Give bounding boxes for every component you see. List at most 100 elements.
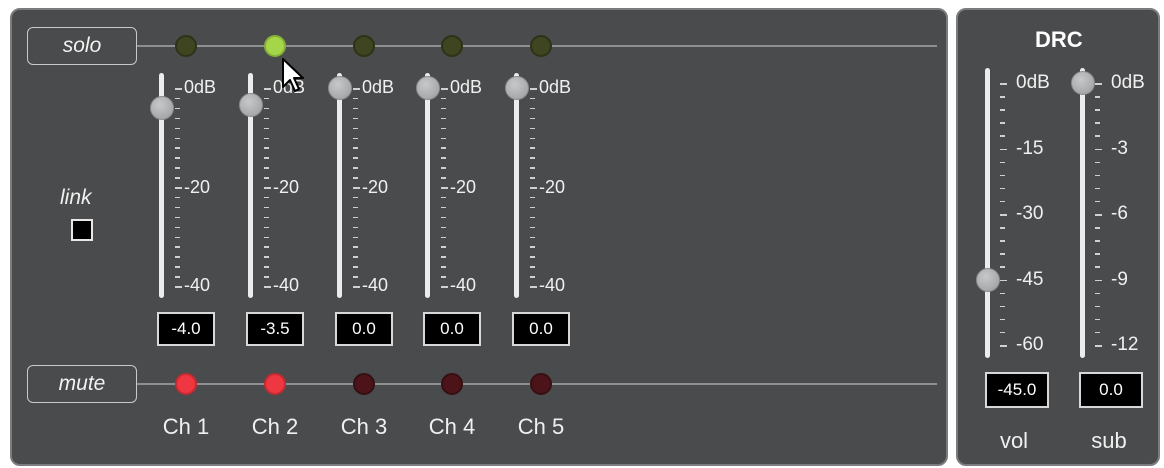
mute-button[interactable]: mute	[27, 365, 137, 403]
scale-tick	[353, 107, 358, 110]
scale-tick	[441, 236, 446, 238]
fader-track-ch4[interactable]	[425, 73, 430, 298]
scale-tick	[1000, 292, 1005, 295]
scale-tick	[175, 206, 180, 209]
sub-fader-track[interactable]	[1080, 68, 1085, 358]
solo-led-ch3[interactable]	[353, 35, 375, 57]
scale-tick	[441, 157, 446, 159]
scale-tick	[264, 127, 269, 130]
value-field-ch4[interactable]: 0.0	[423, 312, 481, 346]
scale-tick	[530, 167, 535, 169]
scale-tick	[353, 117, 358, 120]
scale-tick	[530, 88, 537, 90]
mute-led-ch3[interactable]	[353, 373, 375, 395]
fader-track-ch3[interactable]	[337, 73, 342, 298]
scale-tick	[1095, 83, 1102, 85]
solo-led-ch4[interactable]	[441, 35, 463, 57]
scale-tick	[353, 137, 358, 139]
scale-tick	[175, 266, 180, 268]
link-label: link	[60, 186, 92, 209]
solo-button[interactable]: solo	[27, 27, 137, 65]
mute-led-ch1[interactable]	[175, 373, 197, 395]
scale-tick	[441, 117, 446, 120]
scale-tick	[441, 147, 446, 149]
scale-tick	[264, 236, 269, 238]
solo-led-ch2[interactable]	[264, 35, 286, 57]
scale-tick	[353, 226, 358, 229]
scale-tick	[530, 266, 535, 268]
scale-tick	[264, 97, 269, 100]
scale-tick	[264, 88, 271, 90]
scale-tick	[264, 107, 269, 110]
scale-tick	[353, 157, 358, 159]
scale-tick	[175, 107, 180, 110]
mute-led-ch2[interactable]	[264, 373, 286, 395]
scale-label-ch5: -20	[539, 177, 566, 197]
scale-tick	[530, 206, 535, 209]
fader-track-ch5[interactable]	[514, 73, 519, 298]
link-checkbox[interactable]	[71, 219, 93, 241]
scale-tick	[530, 177, 535, 179]
scale-tick	[441, 196, 446, 199]
scale-tick	[530, 286, 537, 288]
scale-tick	[353, 196, 358, 199]
scale-tick	[353, 97, 358, 100]
vol-scale-label: -15	[1016, 137, 1044, 159]
fader-knob-ch1[interactable]	[150, 95, 174, 120]
solo-label: solo	[62, 34, 102, 57]
scale-tick	[441, 187, 448, 189]
scale-tick	[353, 276, 358, 278]
scale-tick	[353, 127, 358, 130]
sub-label: sub	[1091, 428, 1127, 453]
scale-tick	[175, 276, 180, 278]
scale-tick	[530, 157, 535, 159]
scale-tick	[175, 177, 180, 179]
fader-knob-ch3[interactable]	[328, 76, 352, 100]
sub-fader-knob[interactable]	[1071, 71, 1095, 95]
scale-tick	[530, 236, 535, 238]
scale-tick	[530, 246, 535, 248]
scale-tick	[1000, 345, 1007, 347]
scale-tick	[441, 286, 448, 288]
scale-tick	[530, 187, 537, 189]
scale-tick	[1000, 148, 1007, 150]
vol-fader-knob[interactable]	[976, 267, 1000, 292]
scale-tick	[1095, 174, 1100, 177]
fader-knob-ch4[interactable]	[416, 76, 440, 100]
vol-fader-track[interactable]	[985, 68, 990, 358]
value-field-ch5[interactable]: 0.0	[512, 312, 570, 346]
scale-tick	[530, 226, 535, 229]
fader-knob-ch5[interactable]	[505, 76, 529, 100]
sub-value-field[interactable]: 0.0	[1079, 372, 1143, 408]
mute-led-ch5[interactable]	[530, 373, 552, 395]
solo-led-ch5[interactable]	[530, 35, 552, 57]
scale-tick	[264, 177, 269, 179]
vol-value-field[interactable]: -45.0	[985, 372, 1049, 408]
scale-tick	[175, 147, 180, 149]
scale-tick	[1000, 135, 1005, 137]
scale-tick	[1095, 122, 1100, 124]
scale-tick	[530, 117, 535, 120]
scale-tick	[530, 97, 535, 100]
mute-led-ch4[interactable]	[441, 373, 463, 395]
scale-tick	[1095, 279, 1102, 281]
scale-tick	[175, 117, 180, 120]
scale-tick	[264, 216, 269, 219]
value-field-ch1[interactable]: -4.0	[157, 312, 215, 346]
value-field-ch2[interactable]: -3.5	[246, 312, 304, 346]
scale-label-ch4: 0dB	[450, 77, 483, 97]
scale-tick	[264, 266, 269, 268]
drc-title: DRC	[1035, 27, 1083, 52]
scale-tick	[530, 196, 535, 199]
scale-tick	[353, 286, 360, 288]
vol-scale-label: -30	[1016, 203, 1044, 224]
scale-tick	[441, 88, 448, 90]
scale-tick	[175, 97, 180, 100]
scale-tick	[353, 88, 360, 90]
solo-led-ch1[interactable]	[175, 35, 197, 57]
value-field-ch3[interactable]: 0.0	[335, 312, 393, 346]
sub-scale-label: -9	[1111, 268, 1128, 290]
scale-tick	[175, 236, 180, 238]
scale-tick	[264, 147, 269, 149]
scale-tick	[264, 196, 269, 199]
